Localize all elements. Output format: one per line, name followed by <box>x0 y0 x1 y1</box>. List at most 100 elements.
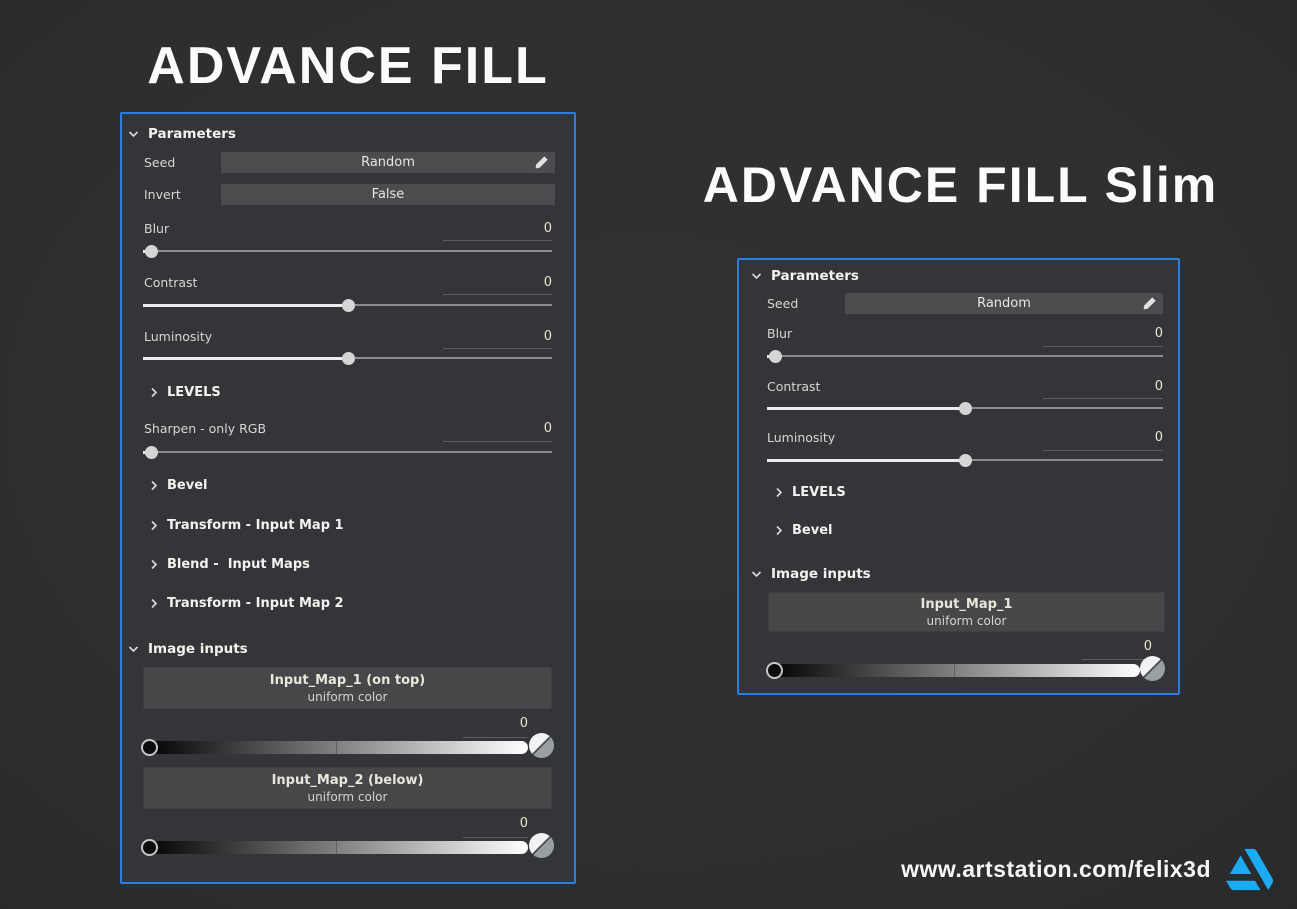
chevron-right-icon <box>151 598 158 609</box>
section-image-inputs[interactable]: Image inputs <box>128 641 248 657</box>
artstation-url[interactable]: www.artstation.com/felix3d <box>901 856 1211 883</box>
invert-value-button[interactable]: False <box>221 184 555 205</box>
section-blend-input-maps[interactable]: Blend - Input Maps <box>150 557 310 572</box>
luminosity-slider-fill <box>143 356 348 360</box>
luminosity-label: Luminosity <box>767 429 836 445</box>
input-map-1-gradient-handle[interactable] <box>141 739 158 756</box>
luminosity-value-underline <box>443 348 552 349</box>
section-bevel[interactable]: Bevel <box>775 523 832 538</box>
blur-row: Blur 0 <box>144 219 552 237</box>
luminosity-slider-handle[interactable] <box>341 351 355 365</box>
section-label: LEVELS <box>792 485 846 500</box>
pencil-icon[interactable] <box>534 155 549 170</box>
seed-value-button[interactable]: Random <box>845 293 1163 314</box>
grayscale-toggle-icon[interactable] <box>529 733 554 758</box>
input-map-1-value-underline <box>463 737 528 738</box>
chevron-right-icon <box>151 559 158 570</box>
input-map-2-button[interactable]: Input_Map_2 (below) uniform color <box>143 767 552 809</box>
contrast-value[interactable]: 0 <box>544 275 552 290</box>
luminosity-slider[interactable] <box>143 351 552 365</box>
sharpen-slider-handle[interactable] <box>145 445 159 459</box>
input-map-2-value[interactable]: 0 <box>448 816 528 831</box>
contrast-slider-fill <box>767 406 965 410</box>
sharpen-value[interactable]: 0 <box>544 421 552 436</box>
blur-value[interactable]: 0 <box>1155 326 1163 341</box>
sharpen-slider-track[interactable] <box>143 451 552 453</box>
input-map-1-value[interactable]: 0 <box>1072 639 1152 654</box>
luminosity-slider-fill <box>767 458 965 462</box>
input-map-1-button[interactable]: Input_Map_1 (on top) uniform color <box>143 667 552 709</box>
section-transform-input-map-1[interactable]: Transform - Input Map 1 <box>150 518 344 533</box>
contrast-row: Contrast 0 <box>144 273 552 291</box>
luminosity-row: Luminosity 0 <box>144 327 552 345</box>
grayscale-toggle-icon[interactable] <box>1140 656 1165 681</box>
input-map-1-value-underline <box>1082 659 1152 660</box>
invert-label: Invert <box>144 187 181 202</box>
input-map-2-subtitle: uniform color <box>307 789 388 804</box>
section-levels[interactable]: LEVELS <box>775 485 846 500</box>
advance-fill-slim-panel: Parameters Seed Random Blur 0 Contrast 0… <box>737 258 1180 695</box>
luminosity-slider[interactable] <box>767 453 1163 467</box>
contrast-slider-handle[interactable] <box>341 298 355 312</box>
blur-slider-track[interactable] <box>143 250 552 252</box>
contrast-slider-fill <box>143 303 348 307</box>
seed-label: Seed <box>144 155 176 170</box>
contrast-value[interactable]: 0 <box>1155 379 1163 394</box>
input-map-1-gradient-slider[interactable] <box>143 741 528 754</box>
blur-slider-handle[interactable] <box>145 244 159 258</box>
right-panel-title: ADVANCE FILL Slim <box>702 157 1219 213</box>
section-label: LEVELS <box>167 385 221 400</box>
section-label: Bevel <box>167 478 208 493</box>
luminosity-value-underline <box>1043 450 1163 451</box>
input-map-1-value[interactable]: 0 <box>448 716 528 731</box>
section-label: Bevel <box>792 523 833 538</box>
pencil-icon[interactable] <box>1142 296 1157 311</box>
luminosity-slider-handle[interactable] <box>959 453 972 467</box>
grayscale-toggle-icon[interactable] <box>529 833 554 858</box>
contrast-value-underline <box>443 294 552 295</box>
section-parameters[interactable]: Parameters <box>128 126 236 142</box>
section-label: Parameters <box>148 126 236 142</box>
chevron-right-icon <box>151 520 158 531</box>
chevron-right-icon <box>151 387 158 398</box>
left-panel-title: ADVANCE FILL <box>147 37 549 95</box>
luminosity-value[interactable]: 0 <box>544 329 552 344</box>
section-parameters[interactable]: Parameters <box>751 268 859 284</box>
section-label: Transform - Input Map 2 <box>167 596 344 611</box>
input-map-1-button[interactable]: Input_Map_1 uniform color <box>768 592 1165 632</box>
contrast-label: Contrast <box>144 274 198 290</box>
section-label: Image inputs <box>148 641 248 657</box>
blur-slider-track[interactable] <box>767 355 1163 357</box>
section-image-inputs[interactable]: Image inputs <box>751 566 871 582</box>
section-label: Parameters <box>771 268 859 284</box>
seed-value-button[interactable]: Random <box>221 152 555 173</box>
contrast-slider[interactable] <box>767 401 1163 415</box>
sharpen-slider[interactable] <box>143 445 552 459</box>
input-map-2-gradient-handle[interactable] <box>141 839 158 856</box>
chevron-right-icon <box>776 487 783 498</box>
section-transform-input-map-2[interactable]: Transform - Input Map 2 <box>150 596 344 611</box>
contrast-slider-handle[interactable] <box>959 401 972 415</box>
input-map-1-gradient-slider[interactable] <box>768 664 1140 677</box>
blur-value[interactable]: 0 <box>544 221 552 236</box>
chevron-down-icon <box>751 273 762 280</box>
blur-slider[interactable] <box>767 349 1163 363</box>
luminosity-value[interactable]: 0 <box>1155 430 1163 445</box>
blur-label: Blur <box>767 325 793 341</box>
section-levels[interactable]: LEVELS <box>150 385 221 400</box>
blur-label: Blur <box>144 220 170 236</box>
blur-value-underline <box>443 240 552 241</box>
luminosity-label: Luminosity <box>144 328 213 344</box>
input-map-1-gradient-handle[interactable] <box>766 662 783 679</box>
contrast-row: Contrast 0 <box>767 377 1163 395</box>
contrast-slider[interactable] <box>143 298 552 312</box>
chevron-down-icon <box>751 571 762 578</box>
input-map-1-subtitle: uniform color <box>926 613 1007 628</box>
footer: www.artstation.com/felix3d <box>901 846 1273 893</box>
blur-row: Blur 0 <box>767 324 1163 342</box>
blur-slider[interactable] <box>143 244 552 258</box>
section-bevel[interactable]: Bevel <box>150 478 207 493</box>
blur-slider-handle[interactable] <box>768 349 782 363</box>
input-map-2-gradient-slider[interactable] <box>143 841 528 854</box>
chevron-down-icon <box>128 131 139 138</box>
